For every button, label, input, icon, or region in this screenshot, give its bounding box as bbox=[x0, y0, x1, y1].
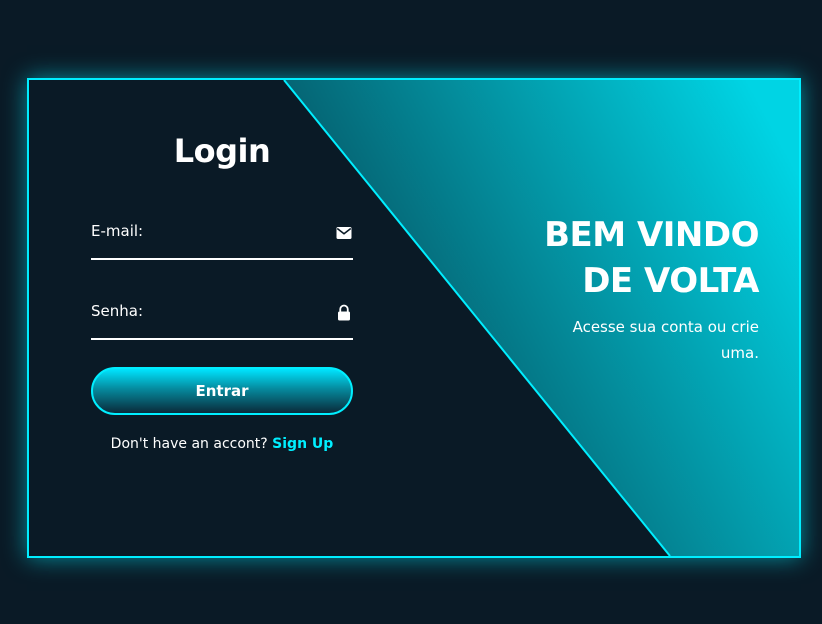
email-input[interactable] bbox=[91, 218, 325, 258]
submit-button[interactable]: Entrar bbox=[91, 367, 353, 415]
welcome-subtitle: Acesse sua conta ou crie uma. bbox=[572, 318, 759, 362]
welcome-title-line1: BEM VINDO bbox=[544, 215, 759, 255]
password-field[interactable]: Senha: bbox=[91, 298, 353, 340]
welcome-panel: BEM VINDO DE VOLTA Acesse sua conta ou c… bbox=[499, 212, 759, 366]
welcome-title-line2: DE VOLTA bbox=[582, 261, 759, 301]
email-field[interactable]: E-mail: bbox=[91, 218, 353, 260]
lock-icon bbox=[338, 304, 350, 321]
signup-link[interactable]: Sign Up bbox=[272, 436, 333, 452]
signup-prompt: Don't have an accont? Sign Up bbox=[71, 436, 373, 452]
login-card: Login E-mail: Senha: Entrar Don't have a… bbox=[27, 78, 801, 558]
signup-prompt-text: Don't have an accont? bbox=[110, 436, 268, 452]
login-title: Login bbox=[173, 132, 271, 170]
password-input[interactable] bbox=[91, 298, 325, 338]
envelope-icon bbox=[336, 227, 352, 239]
